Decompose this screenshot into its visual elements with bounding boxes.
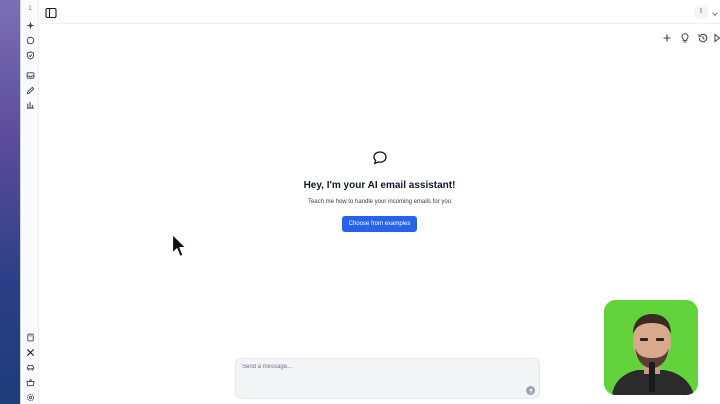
mouse-cursor-icon xyxy=(171,233,187,259)
gear-icon[interactable] xyxy=(24,391,36,403)
presenter-video xyxy=(604,300,698,395)
send-button[interactable] xyxy=(526,386,535,395)
lightbulb-icon[interactable] xyxy=(679,31,691,43)
page-subtitle: Teach me how to handle your incoming ema… xyxy=(307,199,452,205)
bar-chart-icon[interactable] xyxy=(24,98,36,110)
pen-icon[interactable] xyxy=(24,84,36,96)
choose-from-examples-button[interactable]: Choose from examples xyxy=(341,216,418,232)
plus-icon[interactable] xyxy=(661,31,673,43)
chevron-down-icon[interactable] xyxy=(711,6,719,17)
book-icon[interactable] xyxy=(24,331,36,343)
message-input[interactable] xyxy=(242,364,502,370)
chat-bubble-icon xyxy=(372,150,388,166)
basket-icon[interactable] xyxy=(24,376,36,388)
sidebar-toggle-icon[interactable] xyxy=(45,6,57,19)
top-bar: I xyxy=(39,0,720,24)
arrow-up-icon xyxy=(528,388,533,393)
icon-rail: 1 xyxy=(21,0,39,404)
car-icon[interactable] xyxy=(24,361,36,373)
user-avatar[interactable]: I xyxy=(694,5,708,19)
empty-state: Hey, I'm your AI email assistant! Teach … xyxy=(39,150,720,232)
avatar-initial: I xyxy=(700,8,702,15)
rail-top-label[interactable]: 1 xyxy=(24,3,36,15)
desktop-wallpaper-edge xyxy=(0,0,20,404)
sparkles-icon[interactable] xyxy=(24,19,36,31)
message-composer xyxy=(235,358,540,399)
play-icon[interactable] xyxy=(713,31,720,43)
inbox-icon[interactable] xyxy=(24,69,36,81)
x-logo-icon[interactable] xyxy=(24,346,36,358)
history-icon[interactable] xyxy=(697,31,709,43)
page-title: Hey, I'm your AI email assistant! xyxy=(303,180,456,191)
chat-icon[interactable] xyxy=(24,34,36,46)
shield-check-icon[interactable] xyxy=(24,49,36,61)
webcam-overlay xyxy=(604,300,698,395)
